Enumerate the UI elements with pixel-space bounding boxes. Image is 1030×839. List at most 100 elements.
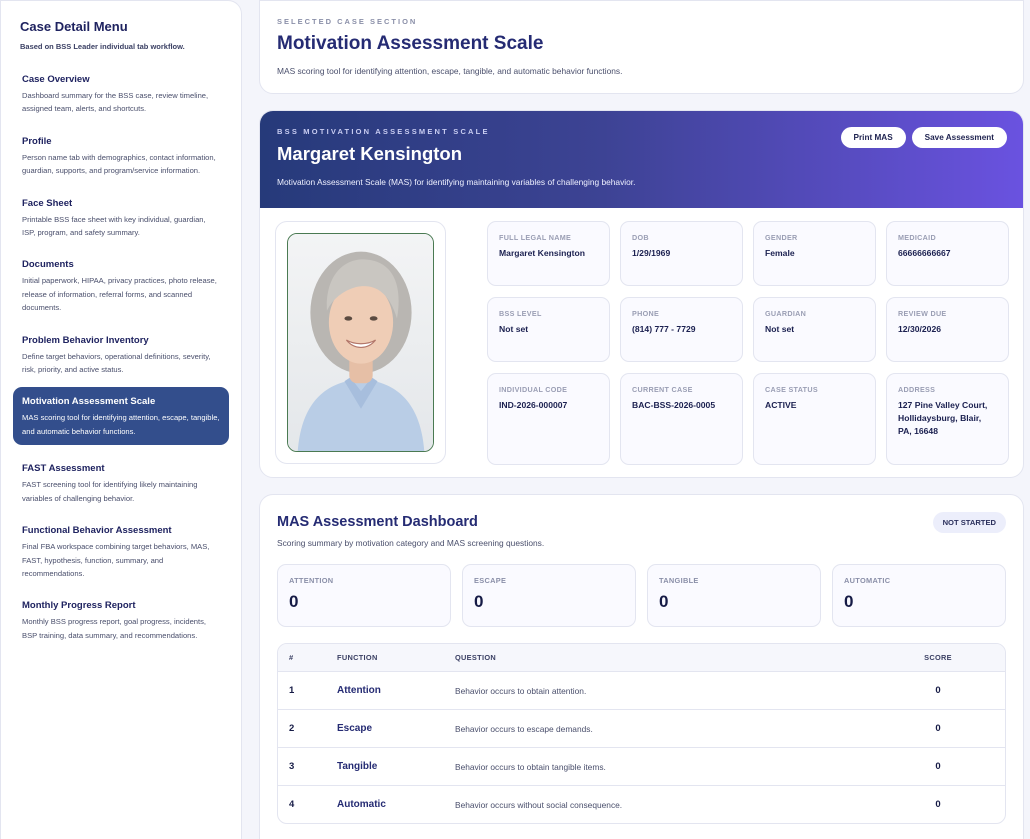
info-value: Not set bbox=[765, 324, 795, 334]
info-value: 66666666667 bbox=[898, 248, 951, 258]
status-badge: NOT STARTED bbox=[932, 512, 1006, 533]
info-individual-code: INDIVIDUAL CODE IND-2026-000007 bbox=[487, 373, 610, 465]
mas-dashboard-card: MAS Assessment Dashboard Scoring summary… bbox=[259, 494, 1024, 839]
info-value: Not set bbox=[499, 324, 529, 334]
info-current-case: CURRENT CASE BAC-BSS-2026-0005 bbox=[620, 373, 743, 465]
info-label: REVIEW DUE bbox=[898, 309, 947, 318]
sidebar-item-functional-behavior-assessment[interactable]: Functional Behavior Assessment Final FBA… bbox=[13, 524, 229, 580]
save-assessment-button[interactable]: Save Assessment bbox=[911, 127, 1007, 148]
row-function: Automatic bbox=[337, 799, 386, 810]
info-value: IND-2026-000007 bbox=[499, 400, 568, 410]
column-header-function: FUNCTION bbox=[337, 653, 378, 662]
portrait-image bbox=[288, 234, 433, 451]
sidebar-item-motivation-assessment-scale[interactable]: Motivation Assessment Scale MAS scoring … bbox=[13, 387, 229, 446]
sidebar-item-label: Functional Behavior Assessment bbox=[22, 525, 172, 537]
info-label: GUARDIAN bbox=[765, 309, 807, 318]
sidebar-item-label: Documents bbox=[22, 259, 74, 271]
info-value: BAC-BSS-2026-0005 bbox=[632, 400, 716, 410]
score-label: AUTOMATIC bbox=[844, 576, 891, 585]
table-row[interactable]: 2 Escape Behavior occurs to escape deman… bbox=[278, 709, 1005, 747]
row-number: 2 bbox=[289, 723, 295, 734]
sidebar-item-desc: Initial paperwork, HIPAA, privacy practi… bbox=[22, 276, 217, 313]
info-label: MEDICAID bbox=[898, 233, 936, 242]
sidebar-item-desc: FAST screening tool for identifying like… bbox=[22, 480, 198, 503]
info-label: CURRENT CASE bbox=[632, 385, 693, 394]
profile-info-grid: FULL LEGAL NAME Margaret Kensington DOB … bbox=[487, 221, 1010, 465]
banner-description: Motivation Assessment Scale (MAS) for id… bbox=[277, 177, 636, 187]
row-score: 0 bbox=[935, 723, 941, 734]
info-value: 12/30/2026 bbox=[898, 324, 942, 334]
row-question: Behavior occurs without social consequen… bbox=[455, 799, 623, 810]
score-label: ESCAPE bbox=[474, 576, 507, 585]
row-score: 0 bbox=[935, 761, 941, 772]
dashboard-subtitle: Scoring summary by motivation category a… bbox=[277, 538, 545, 548]
sidebar-item-label: Motivation Assessment Scale bbox=[22, 396, 156, 408]
info-label: PHONE bbox=[632, 309, 660, 318]
score-automatic: AUTOMATIC 0 bbox=[832, 564, 1006, 627]
info-label: BSS LEVEL bbox=[499, 309, 542, 318]
sidebar-item-monthly-progress-report[interactable]: Monthly Progress Report Monthly BSS prog… bbox=[13, 599, 229, 642]
score-attention: ATTENTION 0 bbox=[277, 564, 451, 627]
info-phone: PHONE (814) 777 - 7729 bbox=[620, 297, 743, 362]
sidebar-item-problem-behavior-inventory[interactable]: Problem Behavior Inventory Define target… bbox=[13, 334, 229, 377]
table-row[interactable]: 4 Automatic Behavior occurs without soci… bbox=[278, 785, 1005, 823]
sidebar-item-fast-assessment[interactable]: FAST Assessment FAST screening tool for … bbox=[13, 462, 229, 505]
row-question: Behavior occurs to escape demands. bbox=[455, 723, 593, 734]
info-value: Margaret Kensington bbox=[499, 248, 585, 258]
sidebar-menu: Case Overview Dashboard summary for the … bbox=[13, 73, 229, 642]
column-header-score: SCORE bbox=[924, 653, 952, 662]
score-escape: ESCAPE 0 bbox=[462, 564, 636, 627]
case-detail-sidebar: Case Detail Menu Based on BSS Leader ind… bbox=[0, 0, 242, 839]
sidebar-item-desc: Define target behaviors, operational def… bbox=[22, 351, 211, 375]
score-value: 0 bbox=[289, 592, 299, 611]
mas-questions-table: # FUNCTION QUESTION SCORE 1 Attention Be… bbox=[277, 643, 1006, 824]
row-number: 4 bbox=[289, 799, 295, 810]
row-number: 3 bbox=[289, 761, 295, 772]
sidebar-item-label: Problem Behavior Inventory bbox=[22, 334, 149, 346]
info-value: Female bbox=[765, 248, 795, 258]
table-row[interactable]: 1 Attention Behavior occurs to obtain at… bbox=[278, 671, 1005, 709]
row-score: 0 bbox=[935, 685, 941, 696]
info-value: 127 Pine Valley Court, Hollidaysburg, Bl… bbox=[898, 400, 988, 436]
section-eyebrow: SELECTED CASE SECTION bbox=[277, 17, 418, 26]
row-number: 1 bbox=[289, 685, 295, 696]
score-value: 0 bbox=[474, 592, 484, 611]
print-mas-button[interactable]: Print MAS bbox=[840, 127, 906, 148]
sidebar-item-label: Face Sheet bbox=[22, 197, 73, 209]
info-label: INDIVIDUAL CODE bbox=[499, 385, 568, 394]
info-label: ADDRESS bbox=[898, 385, 936, 394]
dashboard-title: MAS Assessment Dashboard bbox=[277, 514, 478, 530]
score-tangible: TANGIBLE 0 bbox=[647, 564, 821, 627]
sidebar-item-face-sheet[interactable]: Face Sheet Printable BSS face sheet with… bbox=[13, 197, 229, 240]
score-value: 0 bbox=[659, 592, 669, 611]
section-description: MAS scoring tool for identifying attenti… bbox=[277, 66, 623, 76]
info-guardian: GUARDIAN Not set bbox=[753, 297, 876, 362]
photo-frame bbox=[275, 221, 446, 464]
info-dob: DOB 1/29/1969 bbox=[620, 221, 743, 286]
info-address: ADDRESS 127 Pine Valley Court, Hollidays… bbox=[886, 373, 1009, 465]
column-header-question: QUESTION bbox=[455, 653, 496, 662]
sidebar-title: Case Detail Menu bbox=[20, 19, 128, 34]
sidebar-item-profile[interactable]: Profile Person name tab with demographic… bbox=[13, 135, 229, 178]
row-function: Attention bbox=[337, 685, 381, 696]
score-value: 0 bbox=[844, 592, 854, 611]
row-question: Behavior occurs to obtain attention. bbox=[455, 685, 587, 696]
score-label: ATTENTION bbox=[289, 576, 334, 585]
individual-profile-card: BSS MOTIVATION ASSESSMENT SCALE Margaret… bbox=[259, 110, 1024, 478]
info-full-legal-name: FULL LEGAL NAME Margaret Kensington bbox=[487, 221, 610, 286]
info-review-due: REVIEW DUE 12/30/2026 bbox=[886, 297, 1009, 362]
page-title: Motivation Assessment Scale bbox=[277, 33, 544, 54]
sidebar-item-case-overview[interactable]: Case Overview Dashboard summary for the … bbox=[13, 73, 229, 116]
score-summary-row: ATTENTION 0 ESCAPE 0 TANGIBLE 0 AUTOMATI… bbox=[277, 564, 1006, 627]
table-row[interactable]: 3 Tangible Behavior occurs to obtain tan… bbox=[278, 747, 1005, 785]
sidebar-item-documents[interactable]: Documents Initial paperwork, HIPAA, priv… bbox=[13, 258, 229, 314]
selected-section-card: SELECTED CASE SECTION Motivation Assessm… bbox=[259, 0, 1024, 94]
row-question: Behavior occurs to obtain tangible items… bbox=[455, 761, 606, 772]
sidebar-item-label: FAST Assessment bbox=[22, 463, 105, 475]
sidebar-subtitle: Based on BSS Leader individual tab workf… bbox=[20, 42, 185, 51]
info-label: GENDER bbox=[765, 233, 798, 242]
info-case-status: CASE STATUS ACTIVE bbox=[753, 373, 876, 465]
profile-banner: BSS MOTIVATION ASSESSMENT SCALE Margaret… bbox=[260, 111, 1023, 208]
info-label: DOB bbox=[632, 233, 649, 242]
info-value: 1/29/1969 bbox=[632, 248, 671, 258]
